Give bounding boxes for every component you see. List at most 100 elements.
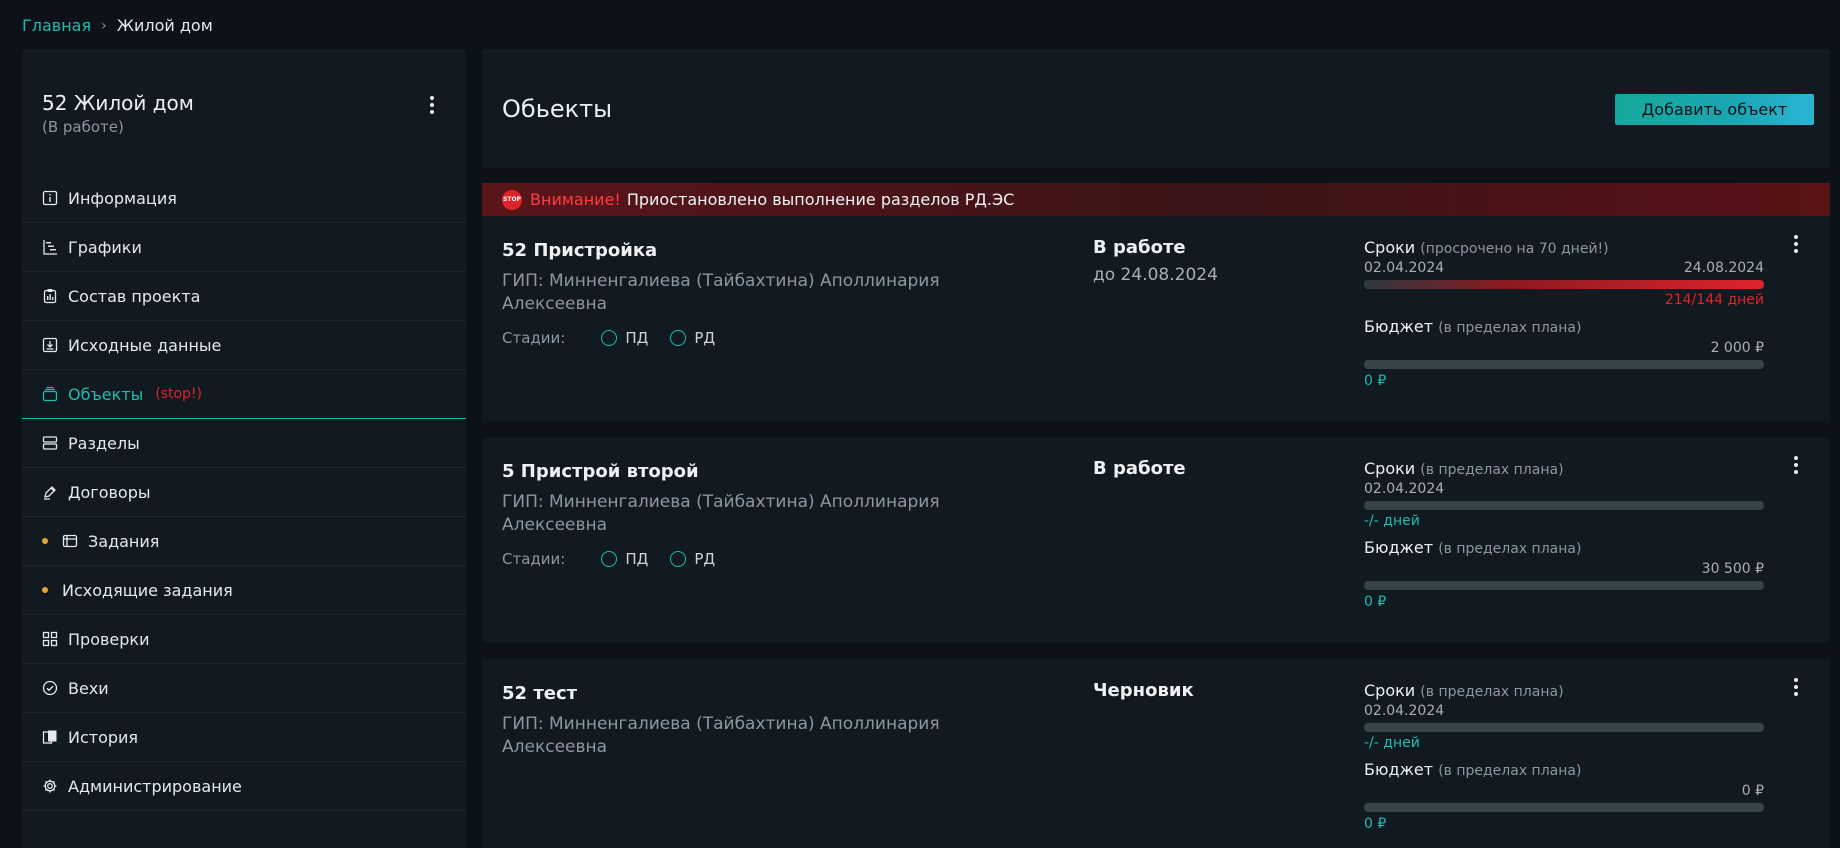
sidebar-item-sections[interactable]: Разделы [22,419,466,468]
sidebar-item-label: Информация [68,188,177,208]
stage-pd[interactable]: ПД [601,329,648,347]
stage-circle-icon [670,330,687,346]
breadcrumb-separator: › [101,17,107,34]
sidebar-item-label: Проверки [68,629,150,649]
object-status: В работе [1093,458,1186,479]
budget-progress-bar [1364,360,1764,369]
object-metrics: Сроки (в пределах плана) 02.04.2024 -/- … [1364,681,1764,832]
sidebar-item-objects[interactable]: Объекты (stop!) [22,370,466,419]
object-stages: Стадии: ПД РД [502,329,715,347]
sidebar-item-label: Администрирование [68,776,242,796]
tasks-icon [62,533,78,549]
object-name[interactable]: 5 Пристрой второй [502,461,699,482]
gear-icon [42,778,58,794]
object-metrics: Сроки (просрочено на 70 дней!) 02.04.202… [1364,238,1764,389]
add-object-button[interactable]: Добавить объект [1615,94,1814,125]
stage-circle-icon [601,330,618,346]
info-icon [42,190,58,206]
sidebar-item-contracts[interactable]: Договоры [22,468,466,517]
object-card[interactable]: 52 Пристройка ГИП: Минненгалиева (Тайбах… [482,216,1830,422]
sidebar-item-administration[interactable]: Администрирование [22,762,466,811]
budget-title: Бюджет (в пределах плана) [1364,760,1764,779]
terms-progress-fill [1364,280,1764,289]
object-status: В работе [1093,237,1186,258]
stage-label: ПД [625,329,649,347]
date-end: 24.08.2024 [1683,260,1764,276]
object-name[interactable]: 52 тест [502,683,577,704]
warning-banner: STOP Внимание! Приостановлено выполнение… [482,183,1830,216]
warning-title: Внимание! [530,190,621,209]
breadcrumb-home-link[interactable]: Главная [22,16,91,35]
sidebar-item-history[interactable]: История [22,713,466,762]
notification-dot [42,538,48,544]
budget-title: Бюджет (в пределах плана) [1364,317,1764,336]
budget-spent: 0 ₽ [1364,373,1387,389]
object-stages: Стадии: ПД РД [502,550,715,568]
stage-pd[interactable]: ПД [601,550,648,568]
stages-label: Стадии: [502,329,566,347]
sidebar-item-info[interactable]: Информация [22,174,466,223]
terms-dates: 02.04.2024 24.08.2024 [1364,260,1764,276]
terms-title: Сроки (просрочено на 70 дней!) [1364,238,1764,257]
sidebar-item-label: Объекты [68,384,144,404]
stages-label: Стадии: [502,550,566,568]
objects-header: Обьекты Добавить объект [482,49,1830,168]
sidebar-item-project-composition[interactable]: Состав проекта [22,272,466,321]
sidebar-item-milestones[interactable]: Вехи [22,664,466,713]
sidebar-item-charts[interactable]: Графики [22,223,466,272]
terms-title-text: Сроки [1364,459,1416,478]
project-menu-icon[interactable] [420,91,444,119]
terms-title-text: Сроки [1364,681,1416,700]
object-card[interactable]: 5 Пристрой второй ГИП: Минненгалиева (Та… [482,437,1830,643]
download-icon [42,337,58,353]
stage-circle-icon [670,551,687,567]
budget-total: 30 500 ₽ [1701,561,1764,577]
terms-note: (в пределах плана) [1420,462,1564,478]
object-gip: ГИП: Минненгалиева (Тайбахтина) Аполлина… [502,714,940,757]
terms-note: (в пределах плана) [1420,684,1564,700]
object-metrics: Сроки (в пределах плана) 02.04.2024 -/- … [1364,459,1764,610]
budget-title-text: Бюджет [1364,538,1434,557]
object-status: Черновик [1093,680,1194,701]
project-title: 52 Жилой дом [42,91,194,115]
object-menu-icon[interactable] [1784,451,1808,479]
stage-rd[interactable]: РД [670,550,715,568]
terms-title: Сроки (в пределах плана) [1364,459,1764,478]
date-start: 02.04.2024 [1364,703,1445,719]
stage-label: РД [694,550,716,568]
sidebar: 52 Жилой дом (В работе) Информация Графи… [22,49,466,848]
sidebar-item-label: Состав проекта [68,286,201,306]
object-menu-icon[interactable] [1784,230,1808,258]
budget-title-text: Бюджет [1364,760,1434,779]
sidebar-nav: Информация Графики Состав проекта Исходн… [22,174,466,811]
budget-spent: 0 ₽ [1364,816,1387,832]
stage-rd[interactable]: РД [670,329,715,347]
sidebar-item-label: Исходные данные [68,335,222,355]
budget-note: (в пределах плана) [1438,541,1582,557]
stage-label: ПД [625,550,649,568]
sections-icon [42,435,58,451]
sidebar-item-checks[interactable]: Проверки [22,615,466,664]
sidebar-item-source-data[interactable]: Исходные данные [22,321,466,370]
stop-badge: (stop!) [155,386,203,402]
object-menu-icon[interactable] [1784,673,1808,701]
terms-dates: 02.04.2024 [1364,703,1764,719]
check-circle-icon [42,680,58,696]
grid-check-icon [42,631,58,647]
terms-note: (просрочено на 70 дней!) [1420,241,1609,257]
pen-icon [42,484,58,500]
budget-total: 0 ₽ [1741,783,1764,799]
object-name[interactable]: 52 Пристройка [502,240,657,261]
budget-title-text: Бюджет [1364,317,1434,336]
terms-progress-bar [1364,280,1764,289]
object-card[interactable]: 52 тест ГИП: Минненгалиева (Тайбахтина) … [482,659,1830,848]
budget-progress-bar [1364,581,1764,590]
sidebar-item-tasks[interactable]: Задания [22,517,466,566]
date-start: 02.04.2024 [1364,481,1445,497]
stage-circle-icon [601,551,618,567]
terms-days: -/- дней [1364,513,1420,529]
budget-title: Бюджет (в пределах плана) [1364,538,1764,557]
terms-progress-bar [1364,723,1764,732]
sidebar-item-label: Разделы [68,433,140,453]
sidebar-item-outgoing-tasks[interactable]: Исходящие задания [22,566,466,615]
